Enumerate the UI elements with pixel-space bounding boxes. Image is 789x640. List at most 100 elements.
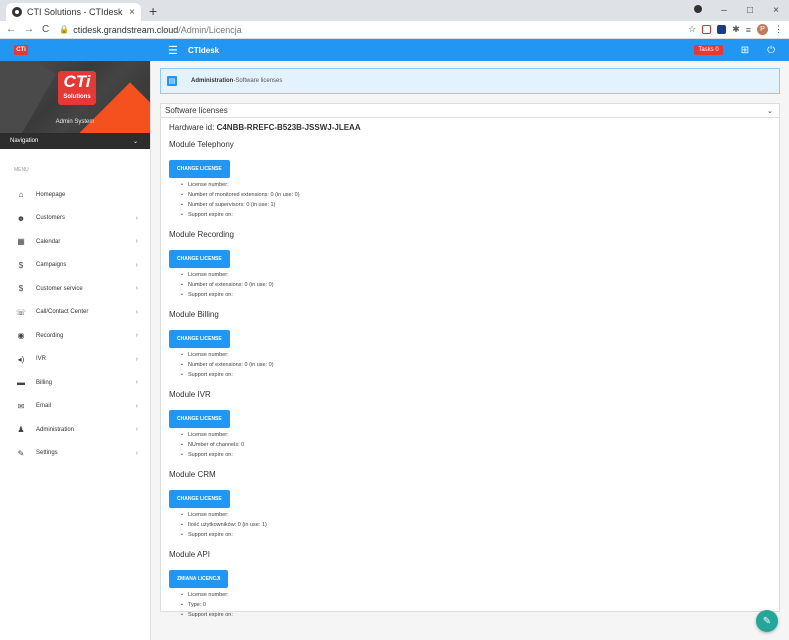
chevron-right-icon: › xyxy=(135,285,138,293)
module-section: Module CRM CHANGE LICENSE License number:I… xyxy=(169,470,771,540)
modules-list: Module Telephony CHANGE LICENSE License nu… xyxy=(169,140,771,620)
puzzle-icon[interactable]: ✱ xyxy=(732,24,740,35)
edit-fab-button[interactable]: ✎ xyxy=(756,610,778,632)
sidebar-item-icon: $ xyxy=(18,284,24,294)
license-detail: License number: xyxy=(181,510,771,520)
forward-icon[interactable]: → xyxy=(24,24,34,35)
change-license-button[interactable]: CHANGE LICENSE xyxy=(169,160,230,178)
license-details: License number:Number of extensions: 0 (… xyxy=(181,270,771,300)
module-title: Module IVR xyxy=(169,390,211,399)
record-icon[interactable] xyxy=(685,5,711,16)
sidebar-item-icon: ☻ xyxy=(16,213,26,223)
browser-tab[interactable]: CTI Solutions - CTIdesk × xyxy=(6,3,141,21)
sidebar-item-label: Customer service xyxy=(36,285,83,292)
app-brand: CTIdesk xyxy=(188,45,220,55)
sidebar-item-email[interactable]: ✉ Email › xyxy=(0,395,150,419)
page-icon: ▤ xyxy=(167,76,177,86)
extension-red-icon[interactable] xyxy=(702,25,712,34)
address-bar: ← → C 🔒 ctidesk.grandstream.cloud/Admin/… xyxy=(0,21,789,39)
sidebar-item-customer-service[interactable]: $ Customer service › xyxy=(0,277,150,301)
sidebar-item-label: Billing xyxy=(36,379,53,386)
sidebar-item-call-contact-center[interactable]: ☏ Call/Contact Center › xyxy=(0,301,150,325)
star-icon[interactable]: ☆ xyxy=(688,24,696,35)
back-icon[interactable]: ← xyxy=(6,24,16,35)
chevron-down-icon[interactable]: ⌄ xyxy=(767,107,773,115)
module-title: Module API xyxy=(169,550,210,559)
change-license-button[interactable]: CHANGE LICENSE xyxy=(169,330,230,348)
close-window-button[interactable]: × xyxy=(763,5,789,16)
sidebar-item-recording[interactable]: ◉ Recording › xyxy=(0,324,150,348)
chevron-right-icon: › xyxy=(135,379,138,387)
sidebar-item-administration[interactable]: ♟ Administration › xyxy=(0,418,150,442)
lock-icon[interactable]: 🔒 xyxy=(59,25,69,34)
breadcrumb-page: Software licenses xyxy=(235,78,283,84)
license-details: License number:Ilość użytkowników: 0 (in… xyxy=(181,510,771,540)
sidebar-item-icon: ♟ xyxy=(17,425,25,435)
power-icon[interactable]: ⏻ xyxy=(767,45,775,56)
license-detail: Support expire on: xyxy=(181,610,771,620)
profile-avatar[interactable]: P xyxy=(757,24,768,35)
card-header[interactable]: Software licenses ⌄ xyxy=(161,104,779,118)
license-detail: Number of supervisors: 0 (in use: 1) xyxy=(181,200,771,210)
change-license-button[interactable]: CHANGE LICENSE xyxy=(169,490,230,508)
hardware-id-value: C4NBB-RREFC-B523B-JSSWJ-JLEAA xyxy=(216,123,361,132)
sidebar-item-billing[interactable]: ▬ Billing › xyxy=(0,371,150,395)
url-input[interactable]: ctidesk.grandstream.cloud/Admin/Licencja xyxy=(73,25,688,35)
new-tab-button[interactable]: + xyxy=(149,3,157,19)
extension-blue-icon[interactable] xyxy=(717,25,727,34)
sidebar-item-icon: ▬ xyxy=(17,378,25,388)
hamburger-menu-icon[interactable]: ☰ xyxy=(168,44,178,57)
minimize-button[interactable]: – xyxy=(711,5,737,16)
license-detail: Ilość użytkowników: 0 (in use: 1) xyxy=(181,520,771,530)
chevron-right-icon: › xyxy=(135,402,138,410)
chevron-right-icon: › xyxy=(135,449,138,457)
header-actions: Tasks 0 ⊞ ⏻ xyxy=(694,45,775,56)
sidebar-item-ivr[interactable]: ◂) IVR › xyxy=(0,348,150,372)
company-logo: CTi Solutions xyxy=(58,71,96,105)
chevron-right-icon: › xyxy=(135,308,138,316)
change-license-button[interactable]: CHANGE LICENSE xyxy=(169,410,230,428)
module-section: Module Billing CHANGE LICENSE License numb… xyxy=(169,310,771,380)
license-details: License number:Number of extensions: 0 (… xyxy=(181,350,771,380)
change-license-button[interactable]: ZMIANA LICENCJI xyxy=(169,570,229,588)
license-detail: Support expire on: xyxy=(181,210,771,220)
menu-dots-icon[interactable]: ⋮ xyxy=(774,24,783,35)
queue-icon[interactable]: ≡ xyxy=(746,25,751,35)
license-detail: Support expire on: xyxy=(181,530,771,540)
sidebar-item-campaigns[interactable]: $ Campaigns › xyxy=(0,254,150,278)
tasks-badge[interactable]: Tasks 0 xyxy=(694,45,723,55)
sidebar-item-label: Call/Contact Center xyxy=(36,309,89,316)
url-path: /Admin/Licencja xyxy=(178,24,242,35)
breadcrumb: ▤ Administration - Software licenses xyxy=(160,68,780,94)
maximize-button[interactable]: □ xyxy=(737,5,763,16)
licenses-card: Software licenses ⌄ Hardware id: C4NBB-R… xyxy=(160,103,780,618)
browser-tab-bar: CTI Solutions - CTIdesk × + – □ × xyxy=(0,0,789,21)
license-detail: License number: xyxy=(181,180,771,190)
sidebar-item-icon: ✎ xyxy=(17,448,25,458)
sidebar-item-calendar[interactable]: ▦ Calendar › xyxy=(0,230,150,254)
network-icon[interactable]: ⊞ xyxy=(741,45,749,56)
sidebar-item-icon: $ xyxy=(18,260,24,270)
license-detail: License number: xyxy=(181,590,771,600)
navigation-dropdown[interactable]: Navigation ⌄ xyxy=(0,133,150,149)
sidebar: CTi Solutions Admin System Navigation ⌄ … xyxy=(0,61,151,640)
sidebar-item-settings[interactable]: ✎ Settings › xyxy=(0,442,150,466)
tab-close-icon[interactable]: × xyxy=(129,7,135,18)
breadcrumb-section[interactable]: Administration xyxy=(191,78,233,84)
sidebar-item-label: IVR xyxy=(36,356,47,363)
license-detail: Support expire on: xyxy=(181,370,771,380)
license-detail: Number of monitored extensions: 0 (in us… xyxy=(181,190,771,200)
sidebar-item-homepage[interactable]: ⌂ Homepage xyxy=(0,183,150,207)
header-logo[interactable]: CTi xyxy=(14,45,28,55)
chevron-right-icon: › xyxy=(135,214,138,222)
module-section: Module Telephony CHANGE LICENSE License nu… xyxy=(169,140,771,220)
license-details: License number:Number of monitored exten… xyxy=(181,180,771,220)
chevron-down-icon: ⌄ xyxy=(132,138,138,145)
extensions-area: ☆ ✱ ≡ P ⋮ xyxy=(688,24,783,35)
sidebar-item-customers[interactable]: ☻ Customers › xyxy=(0,207,150,231)
reload-icon[interactable]: C xyxy=(42,24,49,35)
chevron-right-icon: › xyxy=(135,426,138,434)
module-title: Module CRM xyxy=(169,470,216,479)
change-license-button[interactable]: CHANGE LICENSE xyxy=(169,250,230,268)
chevron-right-icon: › xyxy=(135,355,138,363)
